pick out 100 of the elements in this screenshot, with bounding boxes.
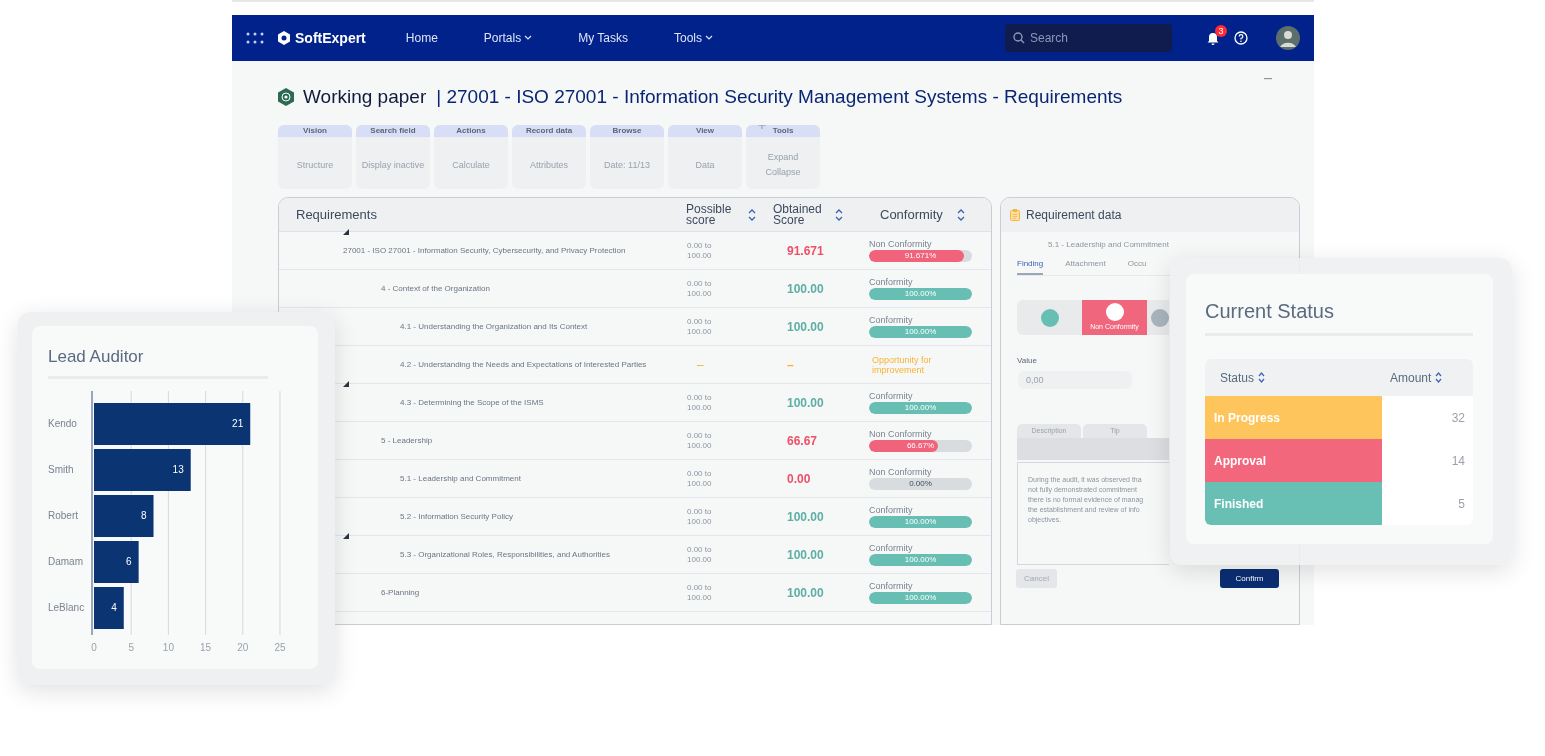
nav-link[interactable]: Tools <box>673 29 713 47</box>
bar <box>94 586 124 629</box>
expand-caret-icon <box>343 381 349 387</box>
panel-tab[interactable]: Finding <box>1017 258 1044 275</box>
chart-title: Lead Auditor <box>48 346 145 368</box>
sort-icon <box>748 208 756 221</box>
search-icon <box>1013 32 1025 44</box>
confirm-button[interactable]: Confirm <box>1220 569 1279 588</box>
panel-subtitle: 5.1 - Leadership and Commitment <box>1048 239 1170 251</box>
obtained-score: – <box>787 356 794 374</box>
expand-caret-icon <box>343 533 349 539</box>
logo-icon <box>276 30 292 46</box>
page-subtitle: | 27001 - ISO 27001 - Information Security Management Systems - Requirements <box>436 84 1123 109</box>
page-title: Working paper <box>303 84 427 109</box>
apps-grid-icon[interactable] <box>246 32 264 44</box>
toolbar-group-label: Vision <box>303 125 327 137</box>
sort-icon <box>835 208 843 221</box>
category-label: Damam <box>48 555 83 567</box>
field-label: Value <box>1017 355 1038 367</box>
obtained-score: 100.00 <box>787 280 824 298</box>
requirement-label[interactable]: 4.3 - Determining the Scope of the ISMS <box>400 396 544 409</box>
status-cell: Approval <box>1205 439 1382 482</box>
requirement-label[interactable]: 5.1 - Leadership and Commitment <box>400 472 521 485</box>
requirement-label[interactable]: 4 - Context of the Organization <box>381 282 490 295</box>
progress-reading: 100.00% <box>903 326 938 338</box>
conformity-label: Conformity <box>869 543 914 554</box>
conformity-label: Opportunity for improvement <box>871 354 933 375</box>
column-header[interactable]: Amount <box>1390 368 1432 387</box>
category-label: Robert <box>48 509 78 521</box>
panel-tab[interactable]: Attachment <box>1065 258 1106 275</box>
bar <box>94 540 139 583</box>
possible-score: 0.00 to 100.00 <box>687 468 713 489</box>
nav-link[interactable]: Portals <box>483 29 533 47</box>
possible-score: – <box>696 359 705 370</box>
module-icon <box>276 87 296 107</box>
amount-cell-text: 14 <box>1450 452 1466 470</box>
status-cell: Finished <box>1205 482 1382 525</box>
axis-tick-label: 0 <box>91 641 97 653</box>
category-label: Kendo <box>48 417 77 429</box>
possible-score: 0.00 to 100.00 <box>687 506 713 527</box>
progress-reading: 100.00% <box>903 288 938 300</box>
requirement-label[interactable]: 5.2 - Information Security Policy <box>400 510 513 523</box>
obtained-score: 100.00 <box>787 394 824 412</box>
help-icon[interactable] <box>1234 31 1248 45</box>
possible-score: 0.00 to 100.00 <box>687 582 713 603</box>
clipboard-icon <box>1010 209 1020 221</box>
progress-reading: 66.67% <box>905 440 936 452</box>
category-label: LeBlanc <box>48 601 85 613</box>
requirement-label[interactable]: 27001 - ISO 27001 - Information Security, Cybersecurity, and Privacy Protection <box>343 244 626 257</box>
search-field[interactable]: Search <box>1005 24 1172 52</box>
progress-reading: 0.00% <box>908 478 933 490</box>
toolbar-group-label: Search field <box>370 125 416 137</box>
column-header[interactable]: Possible score <box>686 203 740 226</box>
obtained-score: 0.00 <box>787 470 811 488</box>
status-cell: In Progress <box>1205 396 1382 439</box>
obtained-score: 100.00 <box>787 584 824 602</box>
column-header[interactable]: Status <box>1220 368 1255 387</box>
sort-icon <box>1435 372 1443 383</box>
progress-reading: 100.00% <box>903 516 938 528</box>
amount-cell-text: 32 <box>1450 409 1466 427</box>
panel-tab[interactable]: Occu <box>1127 258 1147 275</box>
notification-badge: 3 <box>1215 25 1227 37</box>
toolbar-group-label: Tools <box>772 125 794 137</box>
bar-value-label: 21 <box>232 417 244 429</box>
nav-link[interactable]: Home <box>405 29 438 47</box>
bar-value-label: 6 <box>126 555 132 567</box>
conformity-label: Conformity <box>869 391 914 402</box>
conformity-label: Conformity <box>869 505 914 516</box>
possible-score: 0.00 to 100.00 <box>687 278 713 299</box>
axis-tick-label: 20 <box>237 641 249 653</box>
column-header[interactable]: Obtained Score <box>773 203 827 226</box>
column-header[interactable]: Requirements <box>296 209 377 220</box>
chevron-down-icon <box>524 35 533 41</box>
brand-name: SoftExpert <box>295 28 366 48</box>
column-header[interactable]: Conformity <box>880 209 943 220</box>
obtained-score: 91.671 <box>787 242 824 260</box>
requirement-label[interactable]: 5 - Leadership <box>381 434 433 447</box>
sort-icon <box>1258 372 1266 383</box>
requirement-label[interactable]: 4.2 - Understanding the Needs and Expectations of Interested Parties <box>400 358 647 371</box>
panel-title: Requirement data <box>1026 207 1122 224</box>
bar-value-label: 4 <box>111 601 117 613</box>
requirement-label[interactable]: 6-Planning <box>381 586 420 599</box>
sort-icon <box>956 208 965 221</box>
possible-score: 0.00 to 100.00 <box>687 430 713 451</box>
card-title: Current Status <box>1205 299 1335 324</box>
avatar[interactable] <box>1276 26 1300 50</box>
obtained-score: 100.00 <box>787 508 824 526</box>
toolbar-group-label: Record data <box>525 125 573 137</box>
requirement-label[interactable]: 5.3 - Organizational Roles, Responsibilities, and Authorities <box>400 548 610 561</box>
conformity-label: Conformity <box>869 315 914 326</box>
bar-value-label: 13 <box>172 463 184 475</box>
conformity-label: Non Conformity <box>869 467 933 478</box>
conformity-label: Conformity <box>869 277 914 288</box>
conformity-label: Conformity <box>869 581 914 592</box>
bell-icon[interactable] <box>1206 31 1220 45</box>
requirement-label[interactable]: 4.1 - Understanding the Organization and Its Context <box>400 320 588 333</box>
nav-link[interactable]: My Tasks <box>578 29 628 47</box>
axis-tick-label: 10 <box>162 641 174 653</box>
toolbar-group-label: Browse <box>612 125 642 137</box>
obtained-score: 100.00 <box>787 318 824 336</box>
